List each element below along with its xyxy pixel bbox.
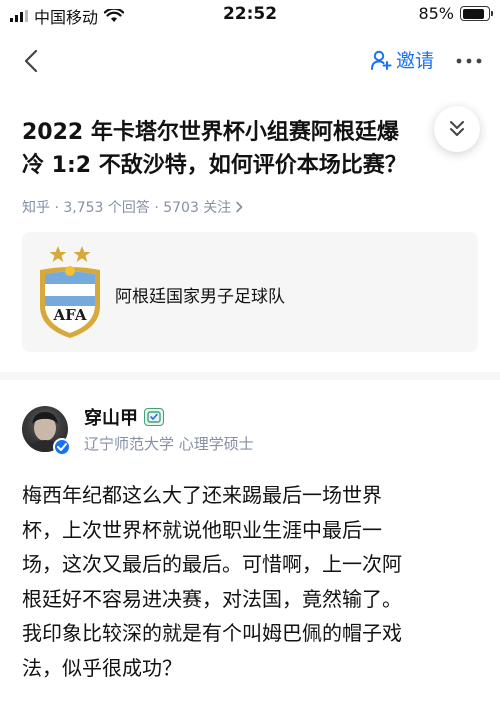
section-divider (0, 372, 500, 380)
question-title[interactable]: 2022 年卡塔尔世界杯小组赛阿根廷爆 冷 1:2 不敌沙特，如何评价本场比赛？ (22, 116, 472, 182)
battery-fill (462, 8, 484, 19)
answer-line: 根廷好不容易进决赛，对法国，竟然输了。 (22, 586, 402, 611)
chevron-left-icon (24, 49, 38, 73)
back-button[interactable] (14, 44, 48, 78)
battery-percent: 85% (418, 4, 454, 23)
question-title-line: 冷 1:2 不敌沙特，如何评价本场比赛？ (22, 153, 407, 178)
double-chevron-down-icon (450, 121, 464, 136)
invite-button[interactable]: 邀请 (370, 46, 434, 73)
afa-crest-logo: AFA (40, 246, 100, 338)
answer-line: 场，这次又最后的最后。可惜啊，上一次阿 (22, 552, 402, 576)
status-bar: 中国移动 22:52 85% (0, 0, 500, 30)
question-meta-text: 知乎 · 3,753 个回答 · 5703 关注 (22, 200, 232, 216)
author-description: 辽宁师范大学 心理学硕士 (84, 435, 254, 453)
creator-badge-icon (144, 408, 164, 426)
topic-name: 阿根廷国家男子足球队 (115, 287, 285, 307)
add-user-icon (371, 50, 392, 70)
topic-card[interactable]: AFA 阿根廷国家男子足球队 (22, 232, 478, 352)
more-button[interactable] (452, 46, 486, 76)
more-icon (456, 58, 482, 64)
author-name[interactable]: 穿山甲 (84, 404, 164, 430)
afa-letters: AFA (52, 306, 86, 324)
author-name-text: 穿山甲 (84, 408, 138, 429)
collapse-button[interactable] (434, 106, 480, 152)
nav-bar: 邀请 (0, 38, 500, 84)
answer-line: 梅西年纪都这么大了还来踢最后一场世界 (22, 483, 382, 507)
status-right: 85% (418, 4, 493, 23)
invite-label: 邀请 (396, 50, 435, 72)
answer-line: 杯，上次世界杯就说他职业生涯中最后一 (22, 517, 382, 542)
question-meta[interactable]: 知乎 · 3,753 个回答 · 5703 关注 (22, 197, 243, 217)
verified-badge-icon (53, 438, 71, 456)
question-title-line: 2022 年卡塔尔世界杯小组赛阿根廷爆 (22, 120, 399, 145)
answer-content[interactable]: 梅西年纪都这么大了还来踢最后一场世界 杯，上次世界杯就说他职业生涯中最后一 场，… (22, 478, 478, 685)
battery-icon (460, 6, 493, 21)
answer-line: 我印象比较深的就是有个叫姆巴佩的帽子戏 (22, 621, 402, 645)
answer-line: 法，似乎很成功？ (22, 655, 182, 680)
chevron-right-icon (236, 201, 243, 213)
